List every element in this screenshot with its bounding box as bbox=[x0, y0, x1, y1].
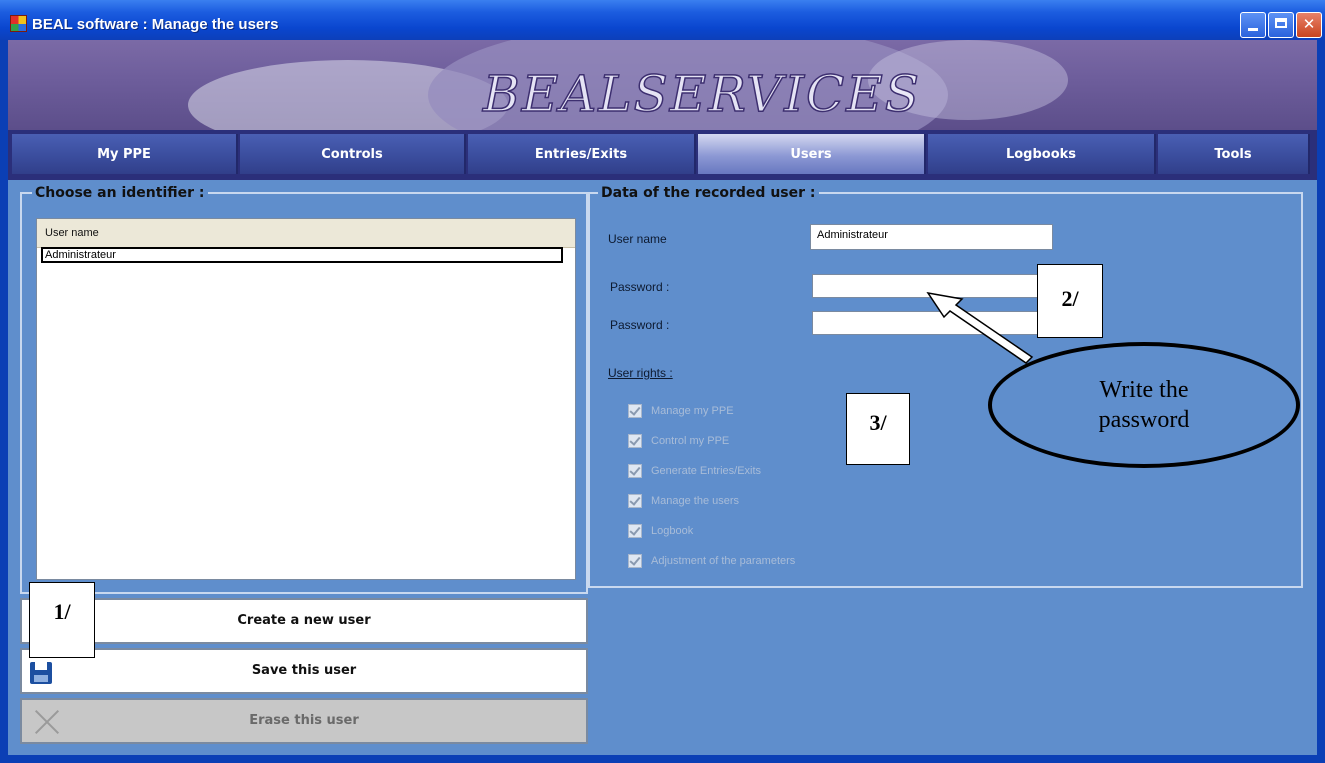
brand-logo: BEALSERVICES bbox=[482, 65, 922, 123]
right-manage-ppe[interactable]: Manage my PPE bbox=[628, 402, 734, 420]
tab-entries-exits[interactable]: Entries/Exits bbox=[468, 134, 696, 174]
callout-arrow bbox=[926, 291, 1034, 364]
tab-my-ppe[interactable]: My PPE bbox=[12, 134, 238, 174]
password-label: Password : bbox=[610, 280, 670, 294]
maximize-button[interactable] bbox=[1268, 12, 1294, 38]
tab-tools[interactable]: Tools bbox=[1158, 134, 1310, 174]
username-label: User name bbox=[608, 232, 667, 246]
app-window: BEAL software : Manage the users ✕ BEALS… bbox=[0, 0, 1325, 763]
close-button[interactable]: ✕ bbox=[1296, 12, 1322, 38]
step1-note: 1/ bbox=[29, 582, 95, 658]
brand-banner: BEALSERVICES bbox=[8, 40, 1317, 130]
callout-line-2: password bbox=[1098, 407, 1190, 433]
list-item[interactable]: Administrateur bbox=[41, 247, 563, 263]
window-title: BEAL software : Manage the users bbox=[32, 16, 279, 33]
create-user-button[interactable]: Create a new user bbox=[20, 598, 588, 644]
close-icon bbox=[32, 706, 62, 736]
title-bar[interactable]: BEAL software : Manage the users ✕ bbox=[0, 0, 1325, 40]
erase-user-label: Erase this user bbox=[249, 713, 359, 728]
right-logbook[interactable]: Logbook bbox=[628, 522, 693, 540]
user-rights-label: User rights : bbox=[608, 366, 673, 380]
checkbox-icon[interactable] bbox=[628, 494, 642, 508]
save-user-button[interactable]: Save this user bbox=[20, 648, 588, 694]
list-column-header[interactable]: User name bbox=[37, 219, 575, 248]
checkbox-icon[interactable] bbox=[628, 554, 642, 568]
right-entries-exits[interactable]: Generate Entries/Exits bbox=[628, 462, 761, 480]
right-control-ppe[interactable]: Control my PPE bbox=[628, 432, 729, 450]
maximize-icon bbox=[1275, 18, 1287, 28]
minimize-button[interactable] bbox=[1240, 12, 1266, 38]
minimize-icon bbox=[1248, 28, 1258, 31]
main-tabs: My PPE Controls Entries/Exits Users Logb… bbox=[8, 130, 1317, 180]
step2-note: 2/ bbox=[1037, 264, 1103, 338]
password-confirm-label: Password : bbox=[610, 318, 670, 332]
checkbox-icon[interactable] bbox=[628, 464, 642, 478]
erase-user-button[interactable]: Erase this user bbox=[20, 698, 588, 744]
app-icon bbox=[10, 15, 27, 32]
checkbox-icon[interactable] bbox=[628, 434, 642, 448]
content-area: Choose an identifier : User name Adminis… bbox=[8, 180, 1317, 755]
step3-note: 3/ bbox=[846, 393, 910, 465]
callout-line-1: Write the bbox=[1099, 377, 1189, 403]
right-parameters[interactable]: Adjustment of the parameters bbox=[628, 552, 795, 570]
tab-users[interactable]: Users bbox=[698, 134, 926, 174]
save-user-label: Save this user bbox=[251, 663, 357, 678]
user-list[interactable]: User name Administrateur bbox=[36, 218, 576, 580]
right-manage-users[interactable]: Manage the users bbox=[628, 492, 739, 510]
tab-logbooks[interactable]: Logbooks bbox=[928, 134, 1156, 174]
tab-controls[interactable]: Controls bbox=[240, 134, 466, 174]
checkbox-icon[interactable] bbox=[628, 404, 642, 418]
identifier-group-title: Choose an identifier : bbox=[32, 184, 208, 202]
checkbox-icon[interactable] bbox=[628, 524, 642, 538]
password-callout: Write the password bbox=[988, 342, 1300, 468]
save-icon bbox=[30, 662, 52, 684]
close-icon: ✕ bbox=[1302, 15, 1316, 33]
username-field[interactable]: Administrateur bbox=[810, 224, 1053, 250]
user-data-group-title: Data of the recorded user : bbox=[598, 184, 819, 202]
